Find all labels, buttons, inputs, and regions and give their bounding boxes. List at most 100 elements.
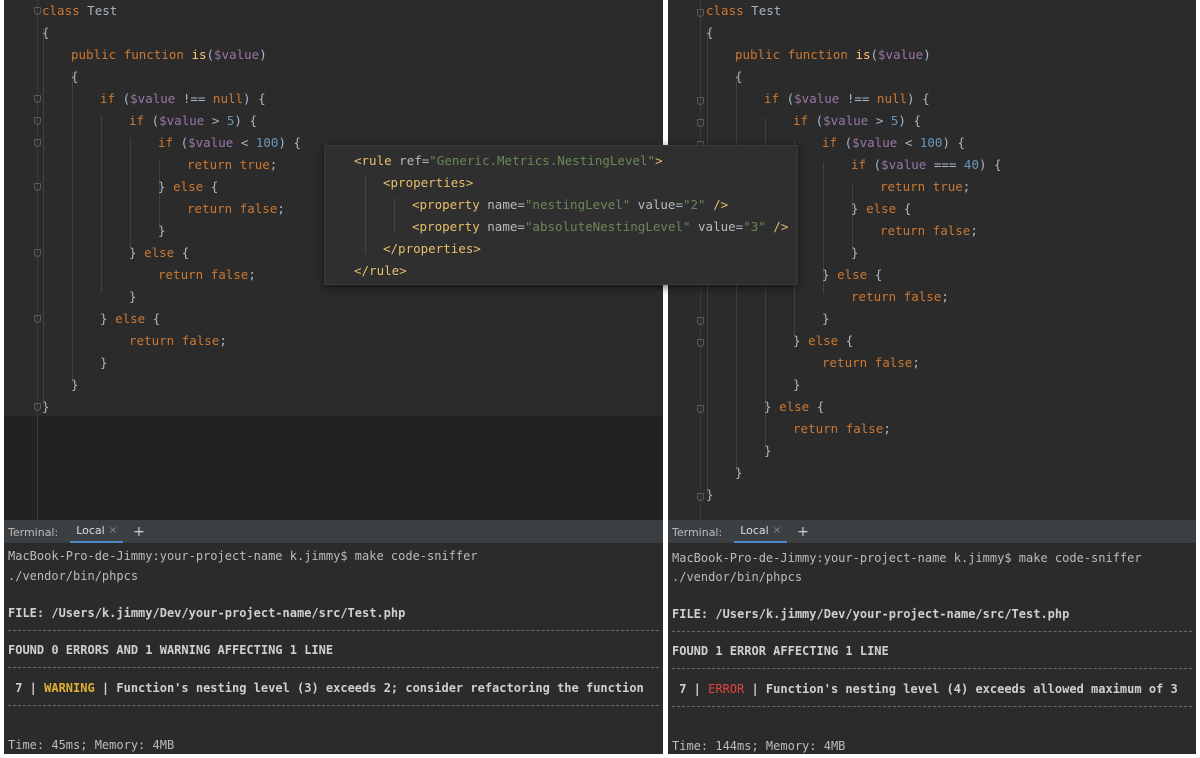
fold-icon[interactable] [34,95,41,103]
terminal-timing: Time: 45ms; Memory: 4MB [8,738,175,752]
code-line: } [706,487,714,502]
code-line: } [158,223,166,238]
code-line: } [851,245,859,260]
code-line: { [706,25,714,40]
code-line: } else { [793,333,854,348]
terminal-command: ./vendor/bin/phpcs [8,569,139,583]
divider [8,705,659,706]
xml-line: <properties> [383,175,474,190]
fold-icon[interactable] [697,317,704,325]
close-icon[interactable]: × [109,520,117,542]
divider [672,631,1192,632]
terminal-summary: FOUND 0 ERRORS AND 1 WARNING AFFECTING 1… [8,643,334,657]
fold-icon[interactable] [34,249,41,257]
code-line: if ($value !== null) { [100,91,266,106]
terminal-tab-local[interactable]: Local × [734,520,788,543]
terminal-tab-bar: Terminal: Local × + [668,521,1196,543]
code-line: return false; [158,267,256,282]
code-line: return false; [851,289,949,304]
divider [8,667,659,668]
error-badge: ERROR [708,682,745,696]
add-tab-icon[interactable]: + [797,524,809,540]
fold-icon[interactable] [34,183,41,191]
terminal-tab-local[interactable]: Local × [70,520,124,543]
fold-icon[interactable] [34,117,41,125]
terminal-label: Terminal: [672,525,723,539]
code-line: } [129,289,137,304]
terminal-tab-label: Local [740,524,769,537]
ruleset-xml-snippet: <rule ref="Generic.Metrics.NestingLevel"… [324,145,798,285]
right-ide-pane: class Test { public function is($value) … [668,0,1196,754]
code-line: } [71,377,79,392]
code-line: return false; [187,201,285,216]
code-line: return false; [880,223,978,238]
code-line: class Test [42,3,118,18]
terminal-result-row: 7 | WARNING | Function's nesting level (… [8,681,644,695]
code-line: { [42,25,50,40]
fold-icon[interactable] [34,403,41,411]
terminal-tab-bar: Terminal: Local × + [4,521,663,543]
fold-icon[interactable] [697,119,704,127]
fold-icon[interactable] [697,493,704,501]
xml-line: </rule> [354,263,407,278]
fold-icon[interactable] [697,97,704,105]
terminal-command: ./vendor/bin/phpcs [672,570,803,584]
fold-icon[interactable] [34,7,41,15]
code-line: } [42,399,50,414]
code-line: if ($value === 40) { [851,157,1002,172]
code-line: return true; [187,157,278,172]
code-line: return false; [129,333,227,348]
left-ide-pane: class Test { public function is($value) … [4,0,663,754]
add-tab-icon[interactable]: + [133,524,145,540]
xml-line: <rule ref="Generic.Metrics.NestingLevel"… [354,153,663,168]
code-line: { [735,69,743,84]
code-line: } else { [764,399,825,414]
fold-icon[interactable] [34,315,41,323]
terminal-label: Terminal: [8,525,59,539]
code-line: } else { [822,267,883,282]
code-line: } else { [100,311,161,326]
terminal-prompt: MacBook-Pro-de-Jimmy:your-project-name k… [672,551,1142,565]
fold-icon[interactable] [697,405,704,413]
fold-icon[interactable] [697,339,704,347]
code-line: return true; [880,179,971,194]
code-line: return false; [822,355,920,370]
terminal-file: FILE: /Users/k.jimmy/Dev/your-project-na… [672,607,1070,621]
terminal-tab-label: Local [76,524,105,537]
divider [672,668,1192,669]
code-line: } [735,465,743,480]
code-line: if ($value < 100) { [158,135,302,150]
code-line: } [793,377,801,392]
fold-icon[interactable] [34,139,41,147]
xml-line: </properties> [383,241,481,256]
terminal-result-row: 7 | ERROR | Function's nesting level (4)… [672,682,1178,696]
code-line: } [822,311,830,326]
code-line: } else { [851,201,912,216]
code-line: if ($value > 5) { [793,113,921,128]
terminal-file: FILE: /Users/k.jimmy/Dev/your-project-na… [8,606,406,620]
code-line: if ($value !== null) { [764,91,930,106]
code-line: { [71,69,79,84]
xml-line: <property name="absoluteNestingLevel" va… [412,219,789,234]
terminal-timing: Time: 144ms; Memory: 4MB [672,739,846,753]
fold-icon[interactable] [697,9,704,17]
code-line: } else { [129,245,190,260]
right-terminal[interactable]: Terminal: Local × + MacBook-Pro-de-Jimmy… [668,520,1196,754]
left-terminal[interactable]: Terminal: Local × + MacBook-Pro-de-Jimmy… [4,520,663,754]
code-line: if ($value < 100) { [822,135,966,150]
code-line: public function is($value) [735,47,931,62]
code-line: public function is($value) [71,47,267,62]
code-line: } else { [158,179,219,194]
terminal-prompt: MacBook-Pro-de-Jimmy:your-project-name k… [8,549,478,563]
code-line: if ($value > 5) { [129,113,257,128]
warning-badge: WARNING [44,681,95,695]
terminal-summary: FOUND 1 ERROR AFFECTING 1 LINE [672,644,889,658]
code-line: class Test [706,3,782,18]
divider [8,630,659,631]
close-icon[interactable]: × [773,520,781,542]
code-line: } [100,355,108,370]
code-line: } [764,443,772,458]
xml-line: <property name="nestingLevel" value="2" … [412,197,729,212]
divider [672,706,1192,707]
code-line: return false; [793,421,891,436]
